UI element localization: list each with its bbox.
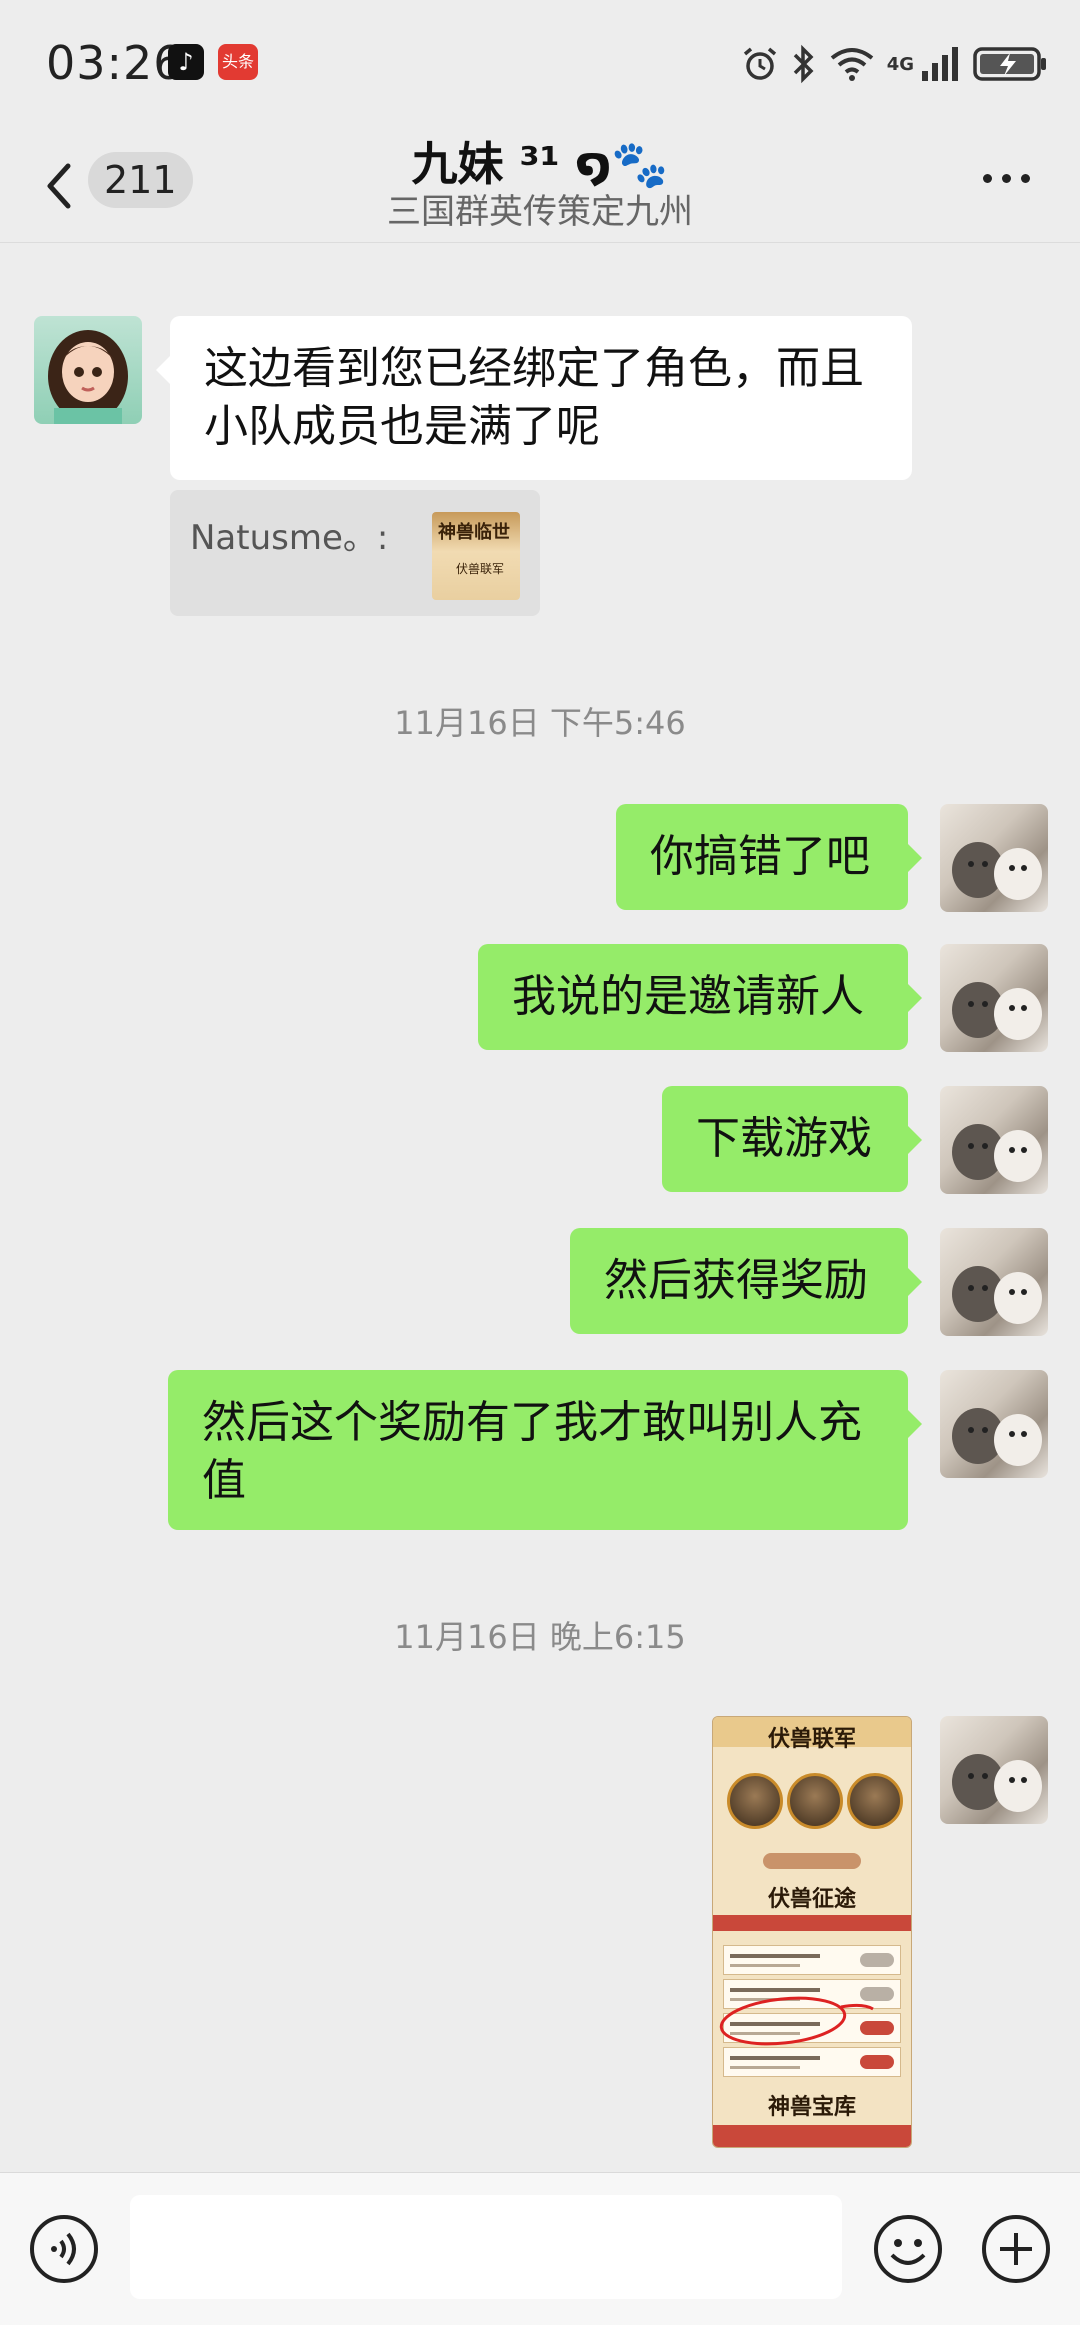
image-footer-band	[713, 2125, 911, 2147]
image-heading: 神兽宝库	[767, 2095, 856, 2120]
message-bubble-sent[interactable]: 然后获得奖励	[570, 1228, 922, 1334]
self-avatar[interactable]	[940, 1228, 1048, 1336]
cat-avatar-icon	[952, 842, 1042, 900]
quote-thumb-subtitle: 伏兽联军	[456, 562, 505, 576]
message-text: 下载游戏	[696, 1113, 872, 1164]
message-text: 然后获得奖励	[604, 1255, 868, 1306]
quoted-message[interactable]: Natusme。: 神兽临世 伏兽联军	[170, 490, 540, 616]
emoji-icon[interactable]	[872, 2213, 944, 2285]
more-dot	[1002, 174, 1011, 183]
voice-input-icon[interactable]	[28, 2213, 100, 2285]
message-text: 你搞错了吧	[650, 831, 870, 882]
tiktok-icon: ♪	[168, 44, 204, 80]
system-icons: 4G	[741, 40, 1050, 88]
battery-charging-icon	[973, 47, 1046, 81]
self-avatar[interactable]	[940, 944, 1048, 1052]
cat-avatar-icon	[952, 1266, 1042, 1324]
wifi-icon	[830, 48, 873, 81]
self-avatar[interactable]	[940, 1370, 1048, 1478]
contact-avatar[interactable]	[34, 316, 142, 424]
self-avatar[interactable]	[940, 804, 1048, 912]
message-input[interactable]	[130, 2195, 842, 2299]
chat-subtitle: 三国群英传策定九州	[387, 192, 693, 232]
more-dot	[1021, 174, 1030, 183]
timestamp: 11月16日 下午5:46	[394, 704, 686, 742]
network-type: 4G	[886, 53, 914, 75]
chat-header: 211 九妹 ³¹ ໑🐾 三国群英传策定九州	[0, 128, 1080, 243]
status-time: 03:26	[46, 36, 184, 90]
quote-thumb-title: 神兽临世	[438, 522, 510, 543]
cat-avatar-icon	[952, 982, 1042, 1040]
toutiao-icon: 头条	[218, 44, 258, 80]
message-text: 我说的是邀请新人	[512, 971, 864, 1022]
message-bubble-sent[interactable]: 然后这个奖励有了我才敢叫别人充值	[168, 1370, 922, 1530]
message-text: 这边看到您已经绑定了角色，而且小队成员也是满了呢	[204, 343, 864, 452]
timestamp: 11月16日 晚上6:15	[394, 1618, 686, 1656]
red-circle-annotation	[719, 1996, 874, 2046]
avatar-girl-icon	[48, 330, 128, 424]
status-bar: 03:26 ♪ 头条 4G	[0, 0, 1080, 128]
more-options-button[interactable]	[983, 174, 1030, 183]
message-text: 然后这个奖励有了我才敢叫别人充值	[202, 1397, 862, 1506]
cat-avatar-icon	[952, 1754, 1042, 1812]
message-bubble-sent[interactable]: 你搞错了吧	[616, 804, 922, 910]
bluetooth-icon	[793, 44, 814, 84]
self-avatar[interactable]	[940, 1716, 1048, 1824]
message-bubble-sent[interactable]: 下载游戏	[662, 1086, 922, 1192]
self-avatar[interactable]	[940, 1086, 1048, 1194]
input-bar	[0, 2172, 1080, 2325]
image-message[interactable]: 伏兽联军 伏兽征途 神兽宝库	[712, 1716, 912, 2148]
message-bubble-sent[interactable]: 我说的是邀请新人	[478, 944, 922, 1050]
quote-text: Natusme。:	[190, 518, 389, 558]
more-dot	[983, 174, 992, 183]
cat-avatar-icon	[952, 1408, 1042, 1466]
plus-icon[interactable]	[980, 2213, 1052, 2285]
signal-icon	[922, 47, 958, 81]
message-bubble-received[interactable]: 这边看到您已经绑定了角色，而且小队成员也是满了呢	[156, 316, 912, 480]
alarm-icon	[743, 47, 776, 80]
quote-thumbnail: 神兽临世 伏兽联军	[432, 512, 520, 600]
cat-avatar-icon	[952, 1124, 1042, 1182]
